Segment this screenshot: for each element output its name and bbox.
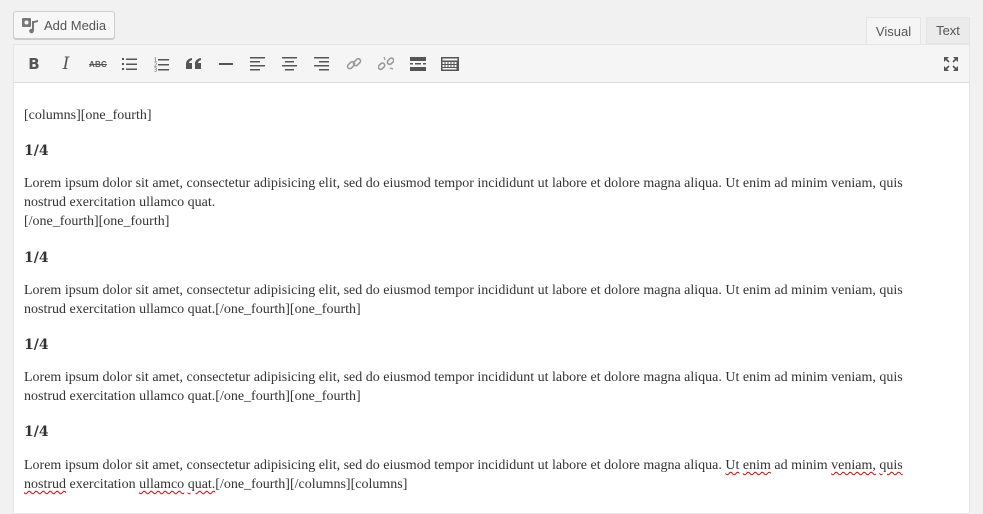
strikethrough-icon: ABC: [89, 59, 107, 69]
blockquote-button[interactable]: [180, 50, 208, 78]
align-right-icon: [314, 57, 329, 71]
horizontal-line-icon: [219, 63, 233, 65]
bold-icon: B: [28, 55, 40, 73]
misspelled-word: quis: [879, 458, 903, 473]
paragraph-1: Lorem ipsum dolor sit amet, consectetur …: [24, 174, 944, 231]
misspelled-word: veniam,: [831, 458, 876, 473]
link-icon: [346, 57, 362, 70]
align-right-button[interactable]: [308, 50, 336, 78]
svg-text:3: 3: [154, 67, 157, 72]
read-more-icon: [410, 57, 426, 71]
paragraph-2-line-2: nostrud exercitation ullamco quat.[/one_…: [24, 302, 361, 317]
strikethrough-button[interactable]: ABC: [84, 50, 112, 78]
italic-button[interactable]: I: [52, 50, 80, 78]
column-heading: 1/4: [24, 250, 49, 266]
paragraph-4-line-2: nostrud exercitation ullamco quat.[/one_…: [24, 475, 944, 494]
misspelled-word: quat.: [187, 477, 216, 492]
toolbar-toggle-button[interactable]: [436, 50, 464, 78]
text-run: Lorem ipsum dolor sit amet, consectetur …: [24, 458, 726, 473]
align-left-button[interactable]: [244, 50, 272, 78]
add-media-button[interactable]: Add Media: [13, 11, 115, 39]
align-center-button[interactable]: [276, 50, 304, 78]
add-media-label: Add Media: [44, 17, 107, 33]
paragraph-3: Lorem ipsum dolor sit amet, consectetur …: [24, 368, 944, 406]
paragraph-3-line-2: nostrud exercitation ullamco quat.[/one_…: [24, 389, 361, 404]
fullscreen-icon: [944, 57, 958, 71]
paragraph-2-line-1: Lorem ipsum dolor sit amet, consectetur …: [24, 283, 903, 298]
text-run: [/one_fourth][/columns][columns]: [215, 477, 408, 492]
paragraph-2: Lorem ipsum dolor sit amet, consectetur …: [24, 281, 944, 319]
keyboard-icon: [441, 57, 459, 71]
paragraph-1-line-2: nostrud exercitation ullamco quat.: [24, 195, 216, 210]
text-run: ad minim: [770, 458, 832, 473]
fullscreen-button[interactable]: [937, 50, 965, 78]
media-icon: [21, 16, 39, 34]
bold-button[interactable]: B: [20, 50, 48, 78]
editor-frame: B I ABC 1 2 3 [columns][one_fourth] 1/4 …: [13, 44, 970, 514]
text-run: exercitation: [66, 477, 140, 492]
remove-link-button[interactable]: [372, 50, 400, 78]
paragraph-1-line-1: Lorem ipsum dolor sit amet, consectetur …: [24, 176, 903, 191]
misspelled-word: nostrud: [24, 477, 66, 492]
bulleted-list-icon: [122, 58, 137, 70]
misspelled-word: Ut: [725, 458, 740, 473]
bulleted-list-button[interactable]: [116, 50, 144, 78]
numbered-list-button[interactable]: 1 2 3: [148, 50, 176, 78]
paragraph-4-line-1: Lorem ipsum dolor sit amet, consectetur …: [24, 456, 944, 475]
blockquote-icon: [186, 58, 201, 69]
paragraph-1-line-3: [/one_fourth][one_fourth]: [24, 214, 170, 229]
insert-link-button[interactable]: [340, 50, 368, 78]
formatting-toolbar: B I ABC 1 2 3: [14, 45, 969, 83]
paragraph-4: Lorem ipsum dolor sit amet, consectetur …: [24, 456, 944, 494]
column-heading: 1/4: [24, 424, 49, 440]
horizontal-line-button[interactable]: [212, 50, 240, 78]
align-left-icon: [250, 57, 265, 71]
column-heading: 1/4: [24, 143, 49, 159]
tab-text[interactable]: Text: [926, 17, 970, 44]
unlink-icon: [378, 56, 394, 71]
misspelled-word: enim: [742, 458, 771, 473]
numbered-list-icon: 1 2 3: [154, 57, 169, 72]
misspelled-word: ullamco: [139, 477, 185, 492]
column-heading: 1/4: [24, 337, 49, 353]
italic-icon: I: [62, 54, 70, 74]
align-center-icon: [282, 57, 297, 71]
shortcode-line: [columns][one_fourth]: [24, 108, 152, 123]
paragraph-3-line-1: Lorem ipsum dolor sit amet, consectetur …: [24, 370, 903, 385]
read-more-button[interactable]: [404, 50, 432, 78]
tab-visual[interactable]: Visual: [866, 17, 921, 45]
